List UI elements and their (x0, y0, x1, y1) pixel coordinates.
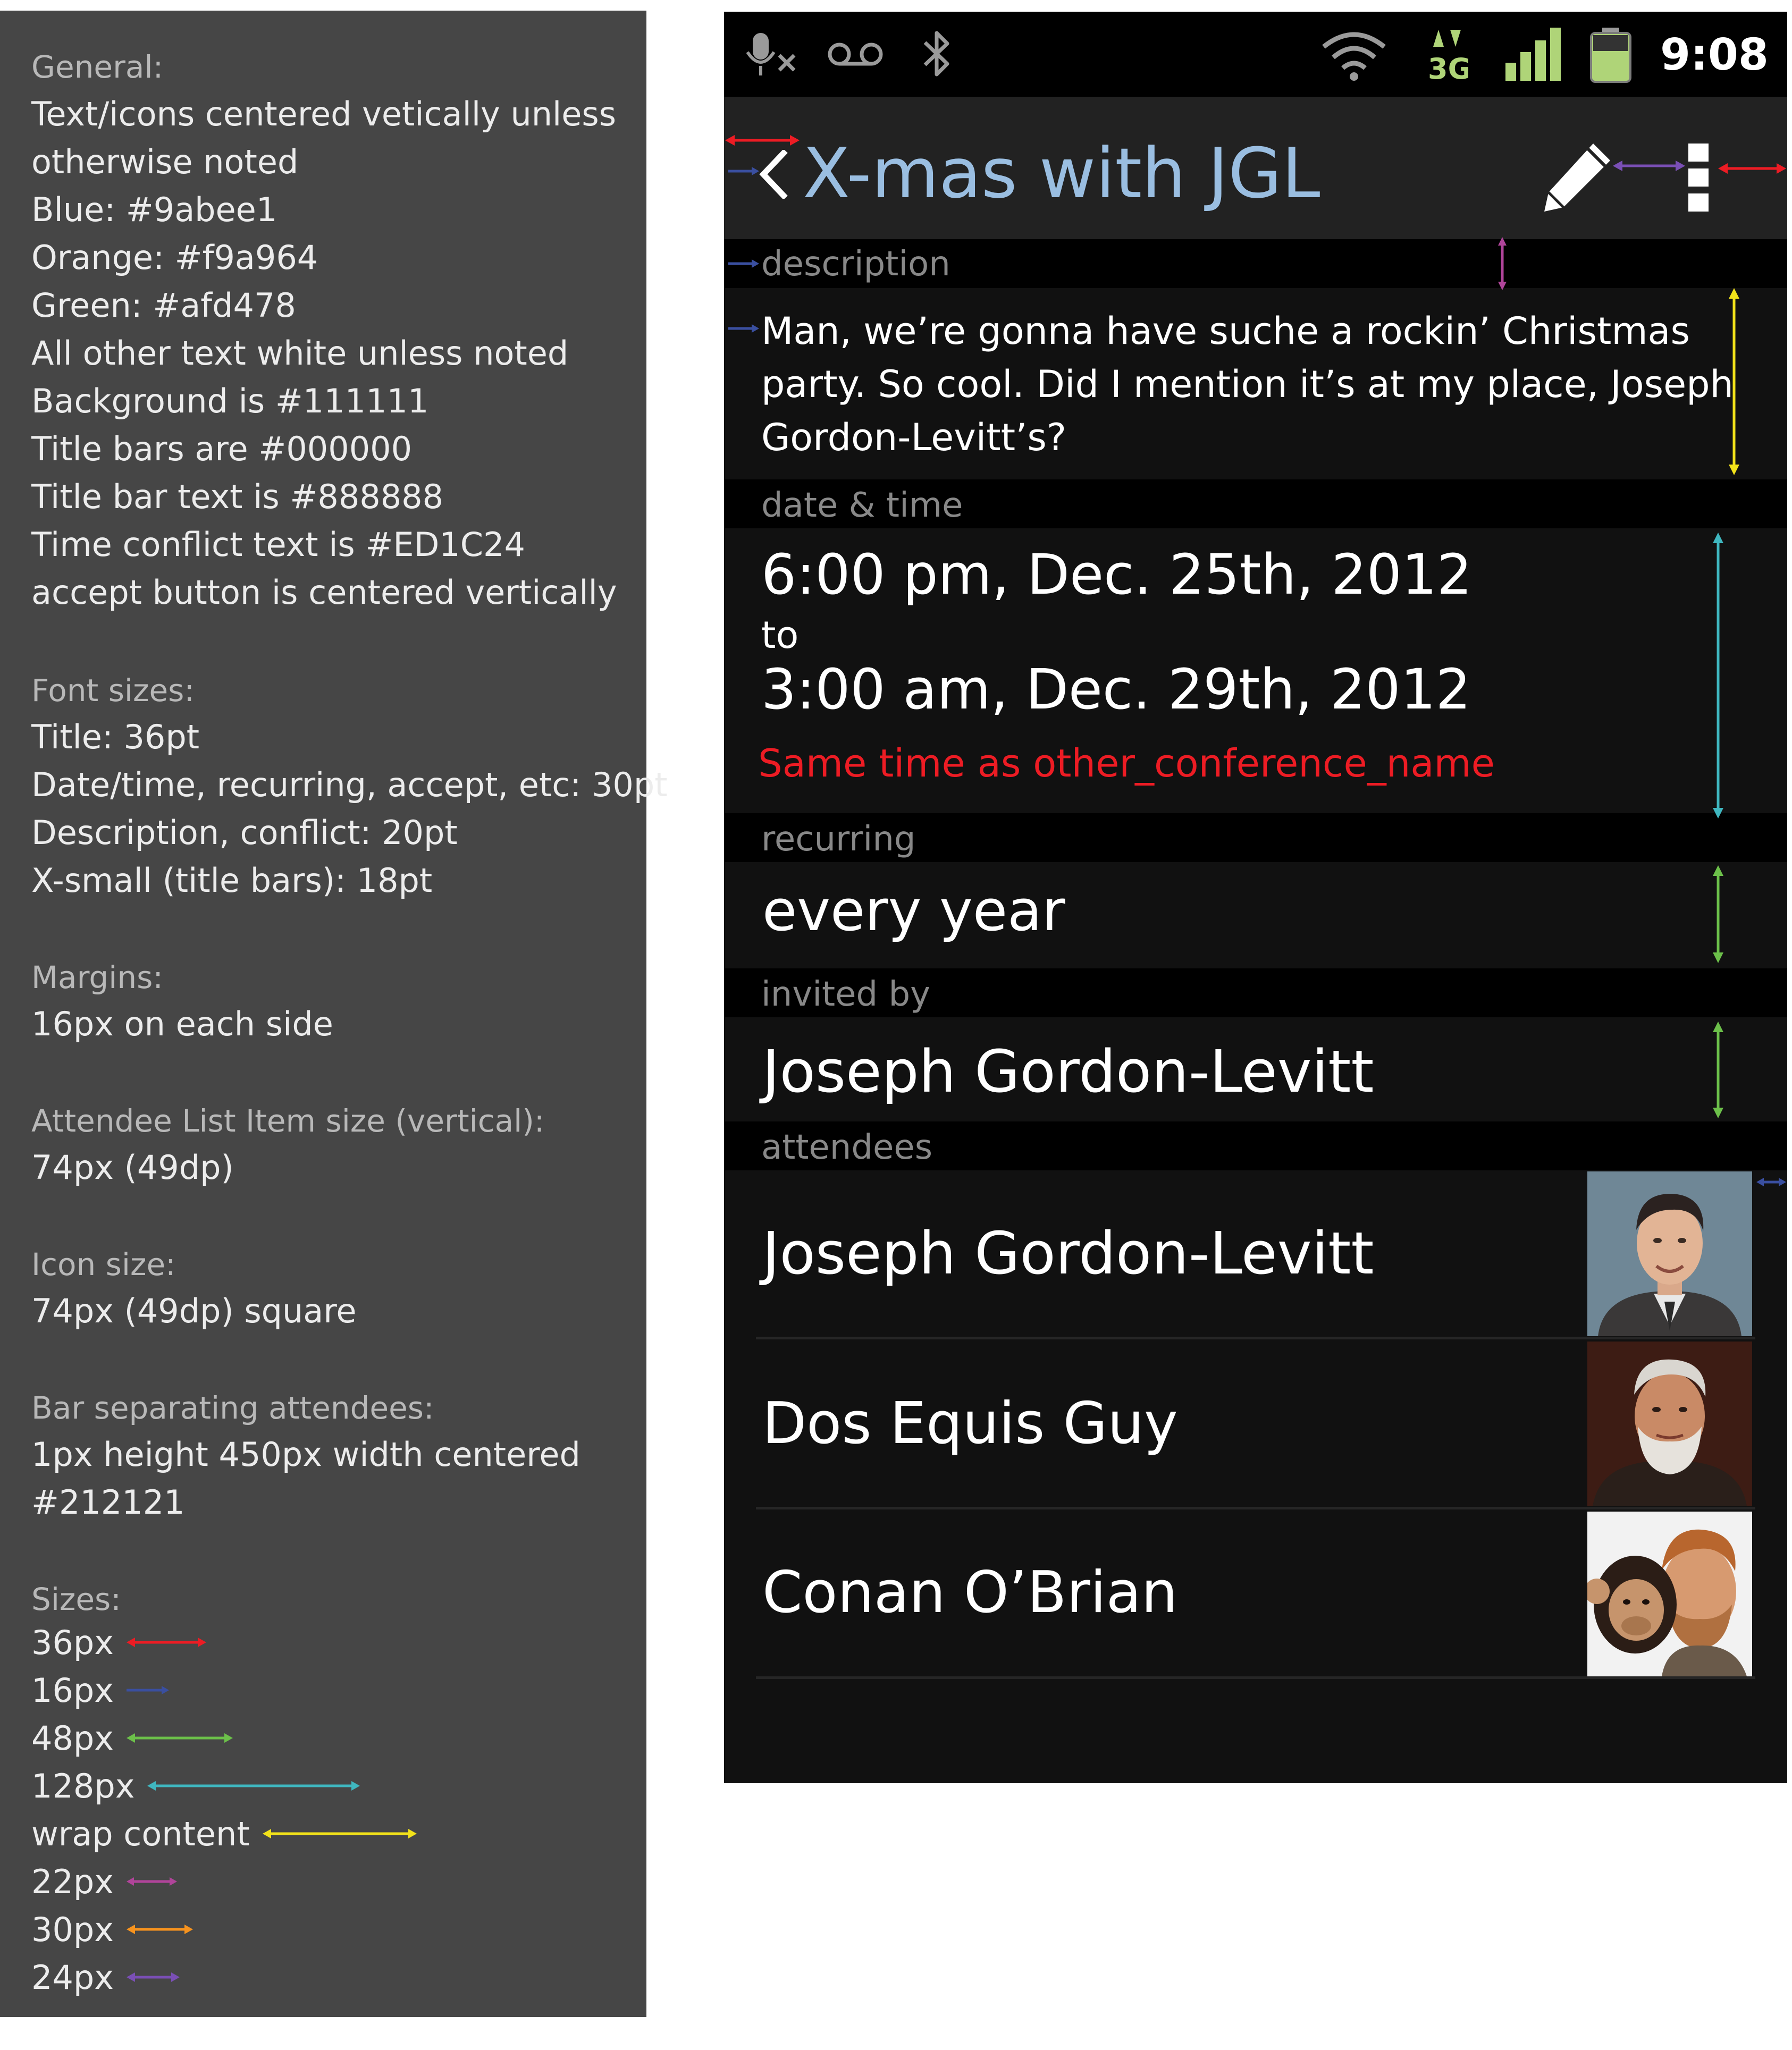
spec-bar-line: #212121 (31, 1483, 185, 1522)
spec-font-line: Description, conflict: 20pt (31, 813, 458, 852)
legend-row: wrap content (31, 1812, 417, 1855)
spec-general-line: Blue: #9abee1 (31, 190, 277, 229)
spec-general-line: Green: #afd478 (31, 286, 296, 325)
legend-label: 24px (31, 1958, 114, 1997)
spec-general-line: Background is #111111 (31, 382, 429, 420)
legend-row: 30px (31, 1908, 193, 1951)
legend-label: 36px (31, 1623, 114, 1662)
legend-row: 16px (31, 1669, 169, 1711)
legend-label: wrap content (31, 1814, 250, 1853)
legend-arrow-blue (126, 1686, 169, 1694)
legend-label: 48px (31, 1718, 114, 1758)
spec-general-line: Title bar text is #888888 (31, 477, 444, 516)
spec-attendee-value: 74px (49dp) (31, 1148, 234, 1187)
spec-attendee-heading: Attendee List Item size (vertical): (31, 1103, 545, 1139)
legend-row: 24px (31, 1956, 180, 1998)
legend-arrow-magenta (126, 1877, 177, 1886)
legend-arrow-red (126, 1638, 206, 1647)
legend-row: 36px (31, 1621, 206, 1664)
legend-arrow-teal (147, 1781, 360, 1791)
legend-label: 128px (31, 1766, 135, 1806)
spec-font-heading: Font sizes: (31, 672, 195, 708)
spec-margins-value: 16px on each side (31, 1005, 333, 1043)
spec-icon-value: 74px (49dp) square (31, 1292, 357, 1330)
spec-general-line: All other text white unless noted (31, 334, 569, 373)
legend-arrow-green (126, 1733, 233, 1743)
legend-label: 16px (31, 1671, 114, 1710)
spec-bar-line: 1px height 450px width centered (31, 1435, 580, 1474)
spec-icon-heading: Icon size: (31, 1246, 176, 1283)
spec-general-line: Orange: #f9a964 (31, 238, 318, 277)
legend-label: 30px (31, 1910, 114, 1949)
spec-sizes-heading: Sizes: (31, 1581, 121, 1617)
spec-general-line: Title bars are #000000 (31, 429, 413, 468)
spec-bar-heading: Bar separating attendees: (31, 1390, 434, 1426)
spec-margins-heading: Margins: (31, 959, 163, 996)
legend-arrow-yellow (262, 1829, 417, 1838)
spec-general-line: Text/icons centered vetically unless (31, 95, 617, 133)
measurement-annotations (725, 135, 1786, 1186)
legend-arrow-purple (126, 1972, 180, 1982)
phone-screen: 3G 9:08 X-mas with JGL description Man, … (724, 12, 1787, 1783)
spec-general-line: accept button is centered vertically (31, 573, 617, 612)
legend-label: 22px (31, 1862, 114, 1901)
spec-general-line: otherwise noted (31, 142, 299, 181)
legend-row: 48px (31, 1717, 233, 1759)
spec-general-heading: General: (31, 49, 164, 85)
spec-font-line: X-small (title bars): 18pt (31, 861, 433, 900)
spec-panel: General: Text/icons centered vetically u… (0, 11, 668, 2017)
legend-row: 128px (31, 1765, 360, 1807)
spec-font-line: Date/time, recurring, accept, etc: 30pt (31, 765, 668, 804)
spec-font-line: Title: 36pt (31, 718, 200, 756)
spec-general-line: Time conflict text is #ED1C24 (31, 525, 525, 564)
legend-arrow-orange (126, 1925, 193, 1934)
legend-row: 22px (31, 1860, 177, 1903)
